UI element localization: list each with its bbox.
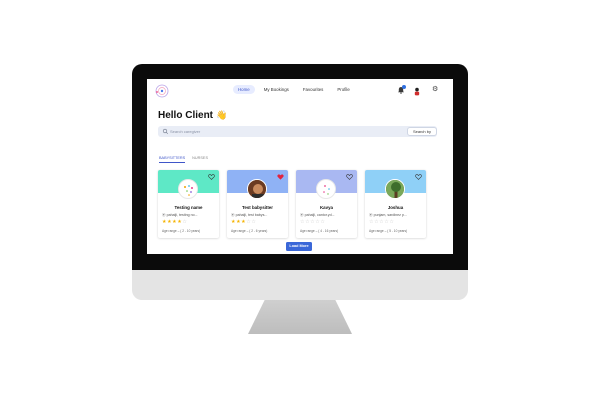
nav-links: Home My Bookings Favourites Profile bbox=[233, 85, 355, 94]
location-text: punjam, sardinez p... bbox=[373, 213, 407, 217]
age-range: Age range – ( 4 - 16 years) bbox=[300, 229, 339, 233]
search-icon bbox=[162, 128, 169, 135]
monitor-stand bbox=[248, 300, 352, 334]
wave-emoji-icon: 👋 bbox=[216, 110, 228, 120]
load-more-button[interactable]: Load More bbox=[286, 242, 312, 251]
star-icon: ★ bbox=[177, 219, 182, 225]
star-icon: ★ bbox=[241, 219, 246, 225]
logo-icon[interactable] bbox=[154, 83, 170, 99]
caregiver-photo bbox=[316, 179, 336, 199]
age-range: Age range – ( 2 - 10 years) bbox=[162, 229, 201, 233]
nav-profile[interactable]: Profile bbox=[332, 85, 354, 94]
star-icon: ☆ bbox=[310, 219, 315, 225]
star-icon: ☆ bbox=[300, 219, 305, 225]
caregiver-name: Joshua bbox=[387, 205, 404, 210]
caregiver-location: ⦿ punjam, sardinez p... bbox=[369, 213, 407, 218]
location-text: pahalji, cantor.yd... bbox=[304, 213, 335, 217]
age-range: Age range – ( 2 - 6 years) bbox=[231, 229, 268, 233]
rating-stars: ★ ★ ★ ★ ☆ bbox=[162, 220, 187, 225]
location-text: pahalji, testing no... bbox=[166, 213, 198, 217]
nav-home[interactable]: Home bbox=[233, 85, 255, 94]
caregiver-cards: Testing name ⦿ pahalji, testing no... ★ … bbox=[158, 170, 437, 240]
greeting-text: Hello Client bbox=[158, 110, 214, 121]
gear-icon[interactable]: ⚙ bbox=[432, 86, 438, 94]
caregiver-location: ⦿ pahalji, test babys... bbox=[231, 213, 267, 218]
app-screen: Home My Bookings Favourites Profile ⚙ He… bbox=[147, 79, 453, 254]
star-icon: ☆ bbox=[315, 219, 320, 225]
caregiver-name: Testing name bbox=[174, 205, 203, 210]
star-icon: ★ bbox=[167, 219, 172, 225]
caregiver-name: Kavya bbox=[320, 205, 333, 210]
star-icon: ☆ bbox=[320, 219, 325, 225]
rating-stars: ☆ ☆ ☆ ☆ ☆ bbox=[300, 220, 325, 225]
heart-filled-icon[interactable] bbox=[277, 174, 284, 180]
caregiver-card[interactable]: Testing name ⦿ pahalji, testing no... ★ … bbox=[158, 170, 219, 238]
caregiver-tabs: BABYSITTERS NURSES bbox=[159, 156, 208, 163]
star-icon: ☆ bbox=[379, 219, 384, 225]
nav-my-bookings[interactable]: My Bookings bbox=[259, 85, 294, 94]
caregiver-location: ⦿ pahalji, cantor.yd... bbox=[300, 213, 335, 218]
star-icon: ☆ bbox=[246, 219, 251, 225]
monitor-chin bbox=[132, 270, 468, 300]
caregiver-card[interactable]: Kavya ⦿ pahalji, cantor.yd... ☆ ☆ ☆ ☆ ☆ … bbox=[296, 170, 357, 238]
search-by-button[interactable]: Search by bbox=[407, 127, 437, 136]
heart-outline-icon[interactable] bbox=[415, 174, 422, 180]
search-bar[interactable]: Search caregiver bbox=[158, 126, 437, 137]
search-input[interactable]: Search caregiver bbox=[170, 129, 200, 134]
star-icon: ☆ bbox=[389, 219, 394, 225]
star-icon: ★ bbox=[236, 219, 241, 225]
nav-favourites[interactable]: Favourites bbox=[298, 85, 329, 94]
tab-nurses[interactable]: NURSES bbox=[192, 156, 208, 163]
rating-stars: ☆ ☆ ☆ ☆ ☆ bbox=[369, 220, 394, 225]
star-icon: ☆ bbox=[384, 219, 389, 225]
star-icon: ★ bbox=[162, 219, 167, 225]
star-icon: ★ bbox=[231, 219, 236, 225]
top-navbar: Home My Bookings Favourites Profile ⚙ bbox=[147, 79, 453, 103]
location-text: pahalji, test babys... bbox=[235, 213, 268, 217]
heart-outline-icon[interactable] bbox=[208, 174, 215, 180]
star-icon: ☆ bbox=[251, 219, 256, 225]
star-icon: ★ bbox=[172, 219, 177, 225]
caregiver-card[interactable]: Joshua ⦿ punjam, sardinez p... ☆ ☆ ☆ ☆ ☆… bbox=[365, 170, 426, 238]
avatar[interactable] bbox=[413, 87, 421, 96]
star-icon: ☆ bbox=[305, 219, 310, 225]
star-icon: ☆ bbox=[369, 219, 374, 225]
star-icon: ☆ bbox=[182, 219, 187, 225]
greeting-heading: Hello Client 👋 bbox=[158, 110, 227, 121]
caregiver-photo bbox=[247, 179, 267, 199]
caregiver-location: ⦿ pahalji, testing no... bbox=[162, 213, 198, 218]
notification-badge bbox=[402, 85, 406, 89]
tab-babysitters[interactable]: BABYSITTERS bbox=[159, 156, 186, 163]
heart-outline-icon[interactable] bbox=[346, 174, 353, 180]
rating-stars: ★ ★ ★ ☆ ☆ bbox=[231, 220, 256, 225]
caregiver-photo bbox=[178, 179, 198, 199]
star-icon: ☆ bbox=[374, 219, 379, 225]
caregiver-card[interactable]: Test babysitter ⦿ pahalji, test babys...… bbox=[227, 170, 288, 238]
caregiver-name: Test babysitter bbox=[242, 205, 273, 210]
age-range: Age range – ( 5 - 10 years) bbox=[369, 229, 408, 233]
caregiver-photo bbox=[385, 179, 405, 199]
